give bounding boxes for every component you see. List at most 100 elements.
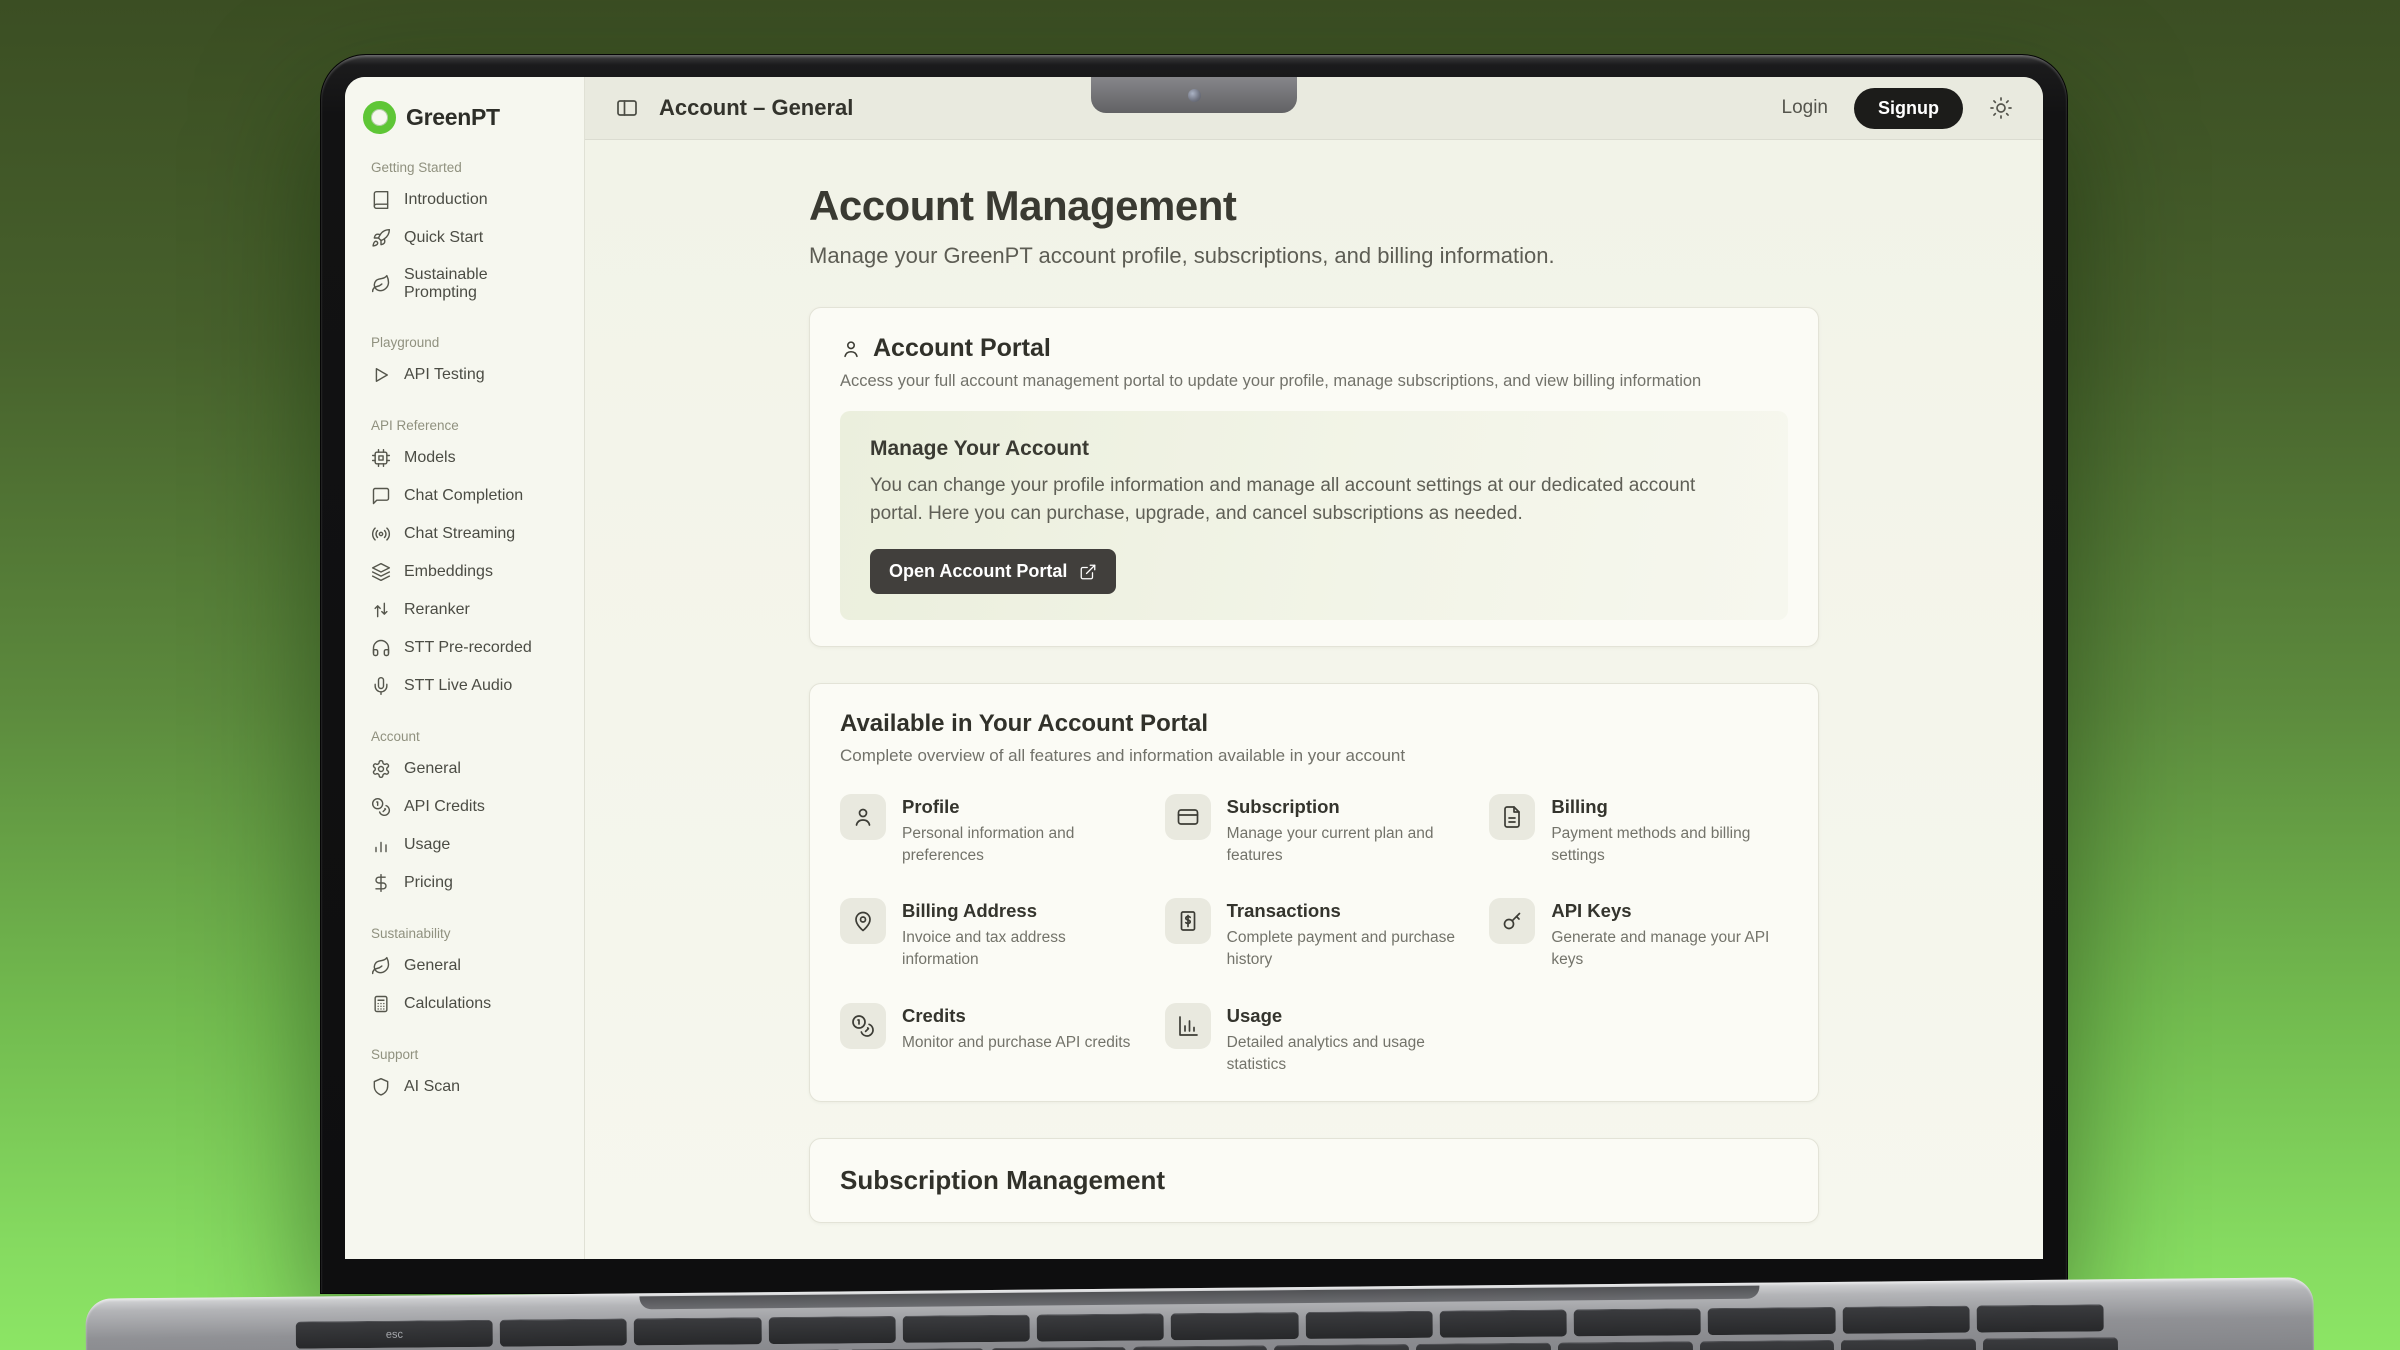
feature-usage: Usage Detailed analytics and usage stati… [1165,1003,1464,1075]
keyboard-key [1558,1341,1693,1350]
sidebar-item-api-testing[interactable]: API Testing [363,356,566,394]
page-title: Account Management [809,182,1819,230]
keyboard-key [903,1315,1030,1343]
calculator-icon [371,994,391,1014]
manage-account-body: You can change your profile information … [870,472,1750,527]
external-link-icon [1079,563,1097,581]
feature-description: Detailed analytics and usage statistics [1227,1032,1464,1075]
sidebar-item-sustainability-general[interactable]: General [363,947,566,985]
layers-icon [371,562,391,582]
sidebar-item-calculations[interactable]: Calculations [363,985,566,1023]
sidebar-item-sustainable-prompting[interactable]: Sustainable Prompting [363,257,566,311]
desktop-background: GreenPT Getting Started Introduction Qui… [0,0,2400,1350]
sidebar-item-label: General [404,760,461,778]
message-icon [371,486,391,506]
shield-icon [371,1077,391,1097]
sidebar-section-playground: Playground API Testing [363,335,566,394]
sidebar-item-quick-start[interactable]: Quick Start [363,219,566,257]
manage-account-title: Manage Your Account [870,437,1758,461]
keyboard-key [1983,1337,2118,1350]
sidebar-item-ai-scan[interactable]: AI Scan [363,1068,566,1106]
sidebar-item-stt-prerecorded[interactable]: STT Pre-recorded [363,629,566,667]
sidebar-item-label: Models [404,449,456,467]
sidebar-item-label: Reranker [404,601,470,619]
sidebar: GreenPT Getting Started Introduction Qui… [345,77,585,1259]
page-subtitle: Manage your GreenPT account profile, sub… [809,243,1819,269]
sidebar-section-sustainability: Sustainability General Calculations [363,926,566,1023]
feature-description: Invoice and tax address information [902,927,1139,970]
feature-profile: Profile Personal information and prefere… [840,794,1139,866]
page-content: Account Management Manage your GreenPT a… [585,140,2043,1259]
manage-account-panel: Manage Your Account You can change your … [840,411,1788,620]
keyboard-key [1976,1304,2103,1332]
green-ring-icon [363,101,396,134]
sidebar-section-label: Account [371,729,566,744]
page-breadcrumb-title: Account – General [659,95,853,121]
key-icon [1500,909,1524,933]
sidebar-item-account-general[interactable]: General [363,750,566,788]
sidebar-section-label: Playground [371,335,566,350]
chart-frame-icon [1176,1014,1200,1038]
sidebar-item-pricing[interactable]: Pricing [363,864,566,902]
sidebar-item-chat-completion[interactable]: Chat Completion [363,477,566,515]
coins-icon [371,797,391,817]
keyboard-key [1842,1306,1969,1334]
feature-title: Usage [1227,1005,1464,1027]
sidebar-item-label: Chat Streaming [404,525,515,543]
sun-icon[interactable] [1989,96,2013,120]
sidebar-item-models[interactable]: Models [363,439,566,477]
feature-title: Transactions [1227,900,1464,922]
feature-transactions: Transactions Complete payment and purcha… [1165,898,1464,970]
brand-logo[interactable]: GreenPT [363,101,566,134]
sidebar-item-chat-streaming[interactable]: Chat Streaming [363,515,566,553]
file-text-icon [1500,805,1524,829]
sidebar-item-label: API Testing [404,366,485,384]
sidebar-item-label: Quick Start [404,229,483,247]
sidebar-item-usage[interactable]: Usage [363,826,566,864]
laptop-screen-frame: GreenPT Getting Started Introduction Qui… [320,54,2068,1294]
sidebar-item-label: Usage [404,836,450,854]
feature-description: Payment methods and billing settings [1551,823,1788,866]
main-area: Account – General Login Signup Account M… [585,77,2043,1259]
portal-features-grid: Profile Personal information and prefere… [840,794,1788,1075]
brand-name: GreenPT [406,104,500,131]
sidebar-item-label: STT Pre-recorded [404,639,532,657]
feature-subscription: Subscription Manage your current plan an… [1165,794,1464,866]
receipt-icon [1176,909,1200,933]
gear-icon [371,759,391,779]
keyboard-key: esc [296,1320,493,1349]
feature-title: Subscription [1227,796,1464,818]
sidebar-item-stt-live-audio[interactable]: STT Live Audio [363,667,566,705]
portal-features-card: Available in Your Account Portal Complet… [809,683,1819,1102]
content-container: Account Management Manage your GreenPT a… [809,140,1819,1223]
sidebar-item-label: Embeddings [404,563,493,581]
credit-card-icon [1176,805,1200,829]
keyboard-key: 6 [1133,1345,1268,1350]
sidebar-item-embeddings[interactable]: Embeddings [363,553,566,591]
feature-title: Credits [902,1005,1130,1027]
topbar-actions: Login Signup [1782,88,2014,129]
keyboard-key [1171,1312,1298,1340]
headphones-icon [371,638,391,658]
user-icon [851,805,875,829]
sidebar-item-api-credits[interactable]: API Credits [363,788,566,826]
sidebar-section-label: Support [371,1047,566,1062]
sidebar-item-reranker[interactable]: Reranker [363,591,566,629]
signup-button[interactable]: Signup [1854,88,1963,129]
open-account-portal-button[interactable]: Open Account Portal [870,549,1116,594]
sidebar-item-label: Pricing [404,874,453,892]
sidebar-item-label: API Credits [404,798,485,816]
sidebar-item-introduction[interactable]: Introduction [363,181,566,219]
arrows-up-down-icon [371,600,391,620]
keyboard-key [634,1317,761,1345]
laptop-notch [1091,77,1297,113]
keyboard-key [1841,1339,1976,1350]
portal-features-subtitle: Complete overview of all features and in… [840,746,1788,766]
panel-left-icon[interactable] [615,96,639,120]
sidebar-item-label: General [404,957,461,975]
login-link[interactable]: Login [1782,97,1829,119]
feature-title: Profile [902,796,1139,818]
account-portal-card-header: Account Portal [840,334,1788,363]
feature-description: Personal information and preferences [902,823,1139,866]
subscription-management-title: Subscription Management [840,1165,1788,1196]
